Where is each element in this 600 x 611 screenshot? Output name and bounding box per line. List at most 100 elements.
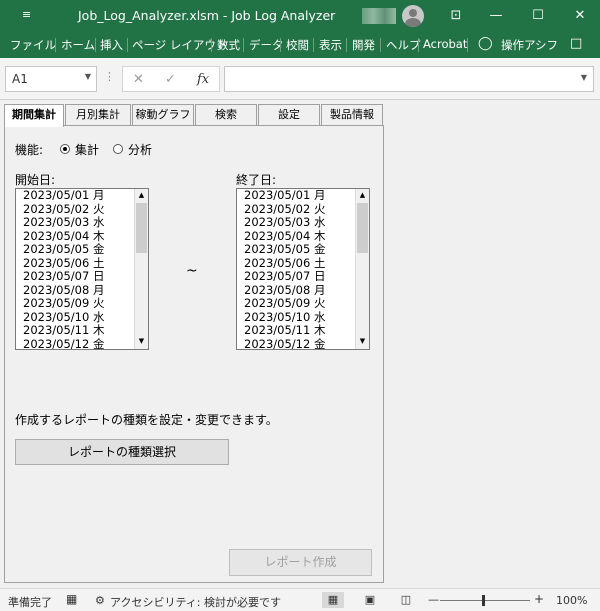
ribbon-tab-formulas[interactable]: 数式 xyxy=(217,37,240,53)
tab-period-summary[interactable]: 期間集計 xyxy=(4,104,64,127)
list-item[interactable]: 2023/05/09 火 xyxy=(237,296,355,311)
scroll-down-icon[interactable]: ▼ xyxy=(135,335,148,348)
radio-analysis[interactable] xyxy=(113,144,123,154)
chevron-down-icon[interactable]: ▼ xyxy=(85,72,91,81)
scroll-thumb[interactable] xyxy=(136,203,147,253)
list-item[interactable]: 2023/05/02 火 xyxy=(16,202,134,217)
zoom-slider-thumb[interactable] xyxy=(482,595,485,606)
ribbon-separator xyxy=(211,38,212,52)
ribbon-tab-help[interactable]: ヘルプ xyxy=(386,37,421,53)
zoom-level[interactable]: 100% xyxy=(556,594,587,607)
list-item[interactable]: 2023/05/08 月 xyxy=(16,283,134,298)
list-item[interactable]: 2023/05/10 水 xyxy=(16,310,134,325)
scroll-down-icon[interactable]: ▼ xyxy=(356,335,369,348)
list-item[interactable]: 2023/05/10 水 xyxy=(237,310,355,325)
end-date-label: 終了日: xyxy=(236,173,277,187)
list-item[interactable]: 2023/05/05 金 xyxy=(237,242,355,257)
ribbon-tab-insert[interactable]: 挿入 xyxy=(100,37,123,53)
formula-buttons: ✕ ✓ fx xyxy=(122,66,220,92)
function-label: 機能: xyxy=(15,143,44,157)
list-item[interactable]: 2023/05/04 木 xyxy=(16,229,134,244)
zoom-out-button[interactable]: — xyxy=(428,593,439,606)
ribbon-separator xyxy=(280,38,281,52)
scroll-thumb[interactable] xyxy=(357,203,368,253)
list-item[interactable]: 2023/05/03 水 xyxy=(16,215,134,230)
tab-settings[interactable]: 設定 xyxy=(258,104,320,126)
ribbon-separator xyxy=(467,38,468,52)
list-item[interactable]: 2023/05/04 木 xyxy=(237,229,355,244)
formula-bar: A1 ▼ ⋮ ✕ ✓ fx ▼ xyxy=(0,58,600,100)
ribbon-tab-developer[interactable]: 開発 xyxy=(352,37,375,53)
minimize-button[interactable]: — xyxy=(476,0,516,32)
create-report-button[interactable]: レポート作成 xyxy=(229,549,372,576)
list-item[interactable]: 2023/05/01 月 xyxy=(237,189,355,203)
radio-summary[interactable] xyxy=(60,144,70,154)
list-item[interactable]: 2023/05/11 木 xyxy=(237,323,355,338)
list-item[interactable]: 2023/05/07 日 xyxy=(16,269,134,284)
list-item[interactable]: 2023/05/08 月 xyxy=(237,283,355,298)
range-tilde: ~ xyxy=(186,263,198,279)
accessibility-icon: ⚙ xyxy=(95,594,105,607)
radio-summary-label[interactable]: 集計 xyxy=(75,141,99,158)
list-item[interactable]: 2023/05/01 月 xyxy=(16,189,134,203)
close-button[interactable]: ✕ xyxy=(560,0,600,32)
tell-me-search[interactable]: 操作アシフ xyxy=(501,37,558,53)
macro-record-icon[interactable]: ▦ xyxy=(66,592,77,606)
ribbon-tab-view[interactable]: 表示 xyxy=(319,37,342,53)
comments-icon[interactable]: □ xyxy=(570,36,582,51)
ribbon-tab-home[interactable]: ホーム xyxy=(61,37,95,53)
tab-operation-graph[interactable]: 稼動グラフ xyxy=(132,104,194,126)
radio-analysis-label[interactable]: 分析 xyxy=(128,141,152,158)
page-layout-view-icon[interactable]: ▣ xyxy=(359,592,381,608)
tab-monthly-summary[interactable]: 月別集計 xyxy=(65,104,131,126)
ribbon-separator xyxy=(55,38,56,52)
ribbon-tab-review[interactable]: 校閲 xyxy=(286,37,309,53)
list-item[interactable]: 2023/05/06 土 xyxy=(237,256,355,271)
name-box-value: A1 xyxy=(12,72,28,86)
maximize-button[interactable]: ☐ xyxy=(518,0,558,32)
formula-bar-resize-handle[interactable]: ⋮ xyxy=(104,70,115,83)
lightbulb-icon: ◯ xyxy=(478,36,493,51)
list-item[interactable]: 2023/05/12 金 xyxy=(16,337,134,349)
scroll-up-icon[interactable]: ▲ xyxy=(356,189,369,202)
ribbon-tab-file[interactable]: ファイル xyxy=(10,37,56,53)
job-log-analyzer-form: 期間集計 月別集計 稼動グラフ 検索 設定 製品情報 機能: 集計 分析 開始日… xyxy=(0,100,600,588)
list-item[interactable]: 2023/05/11 木 xyxy=(16,323,134,338)
zoom-slider[interactable] xyxy=(440,600,530,601)
list-item[interactable]: 2023/05/07 日 xyxy=(237,269,355,284)
customize-qat-icon[interactable]: ≡ xyxy=(22,8,31,21)
ribbon-separator xyxy=(418,38,419,52)
ribbon-tab-page-layout[interactable]: ページ レイアウト xyxy=(132,37,227,53)
list-item[interactable]: 2023/05/12 金 xyxy=(237,337,355,349)
list-item[interactable]: 2023/05/05 金 xyxy=(16,242,134,257)
report-type-select-button[interactable]: レポートの種類選択 xyxy=(15,439,229,465)
list-item[interactable]: 2023/05/02 火 xyxy=(237,202,355,217)
insert-function-icon[interactable]: fx xyxy=(197,72,209,87)
accessibility-status[interactable]: アクセシビリティ: 検討が必要です xyxy=(110,594,281,610)
title-bar: ≡ Job_Log_Analyzer.xlsm - Job Log Analyz… xyxy=(0,0,600,32)
ribbon-separator xyxy=(380,38,381,52)
formula-input[interactable]: ▼ xyxy=(224,66,594,92)
zoom-in-button[interactable]: + xyxy=(534,592,544,606)
page-break-view-icon[interactable]: ◫ xyxy=(395,592,417,608)
ribbon-tab-data[interactable]: データ xyxy=(249,37,284,53)
cancel-icon[interactable]: ✕ xyxy=(133,72,144,87)
start-date-scrollbar[interactable]: ▲ ▼ xyxy=(134,189,148,349)
window-title: Job_Log_Analyzer.xlsm - Job Log Analyzer xyxy=(78,8,336,23)
list-item[interactable]: 2023/05/09 火 xyxy=(16,296,134,311)
start-date-listbox[interactable]: 2023/05/01 月 2023/05/02 火 2023/05/03 水 2… xyxy=(15,188,149,350)
name-box[interactable]: A1 ▼ xyxy=(5,66,97,92)
avatar[interactable] xyxy=(402,5,424,27)
list-item[interactable]: 2023/05/06 土 xyxy=(16,256,134,271)
end-date-scrollbar[interactable]: ▲ ▼ xyxy=(355,189,369,349)
list-item[interactable]: 2023/05/03 水 xyxy=(237,215,355,230)
chevron-down-icon[interactable]: ▼ xyxy=(581,73,587,82)
ribbon-tab-acrobat[interactable]: Acrobat xyxy=(423,37,467,51)
end-date-listbox[interactable]: 2023/05/01 月 2023/05/02 火 2023/05/03 水 2… xyxy=(236,188,370,350)
normal-view-icon[interactable]: ▦ xyxy=(322,592,344,608)
tab-search[interactable]: 検索 xyxy=(195,104,257,126)
tab-product-info[interactable]: 製品情報 xyxy=(321,104,383,126)
enter-icon[interactable]: ✓ xyxy=(165,72,176,87)
scroll-up-icon[interactable]: ▲ xyxy=(135,189,148,202)
ribbon-display-options-icon[interactable]: ⊡ xyxy=(436,0,476,32)
